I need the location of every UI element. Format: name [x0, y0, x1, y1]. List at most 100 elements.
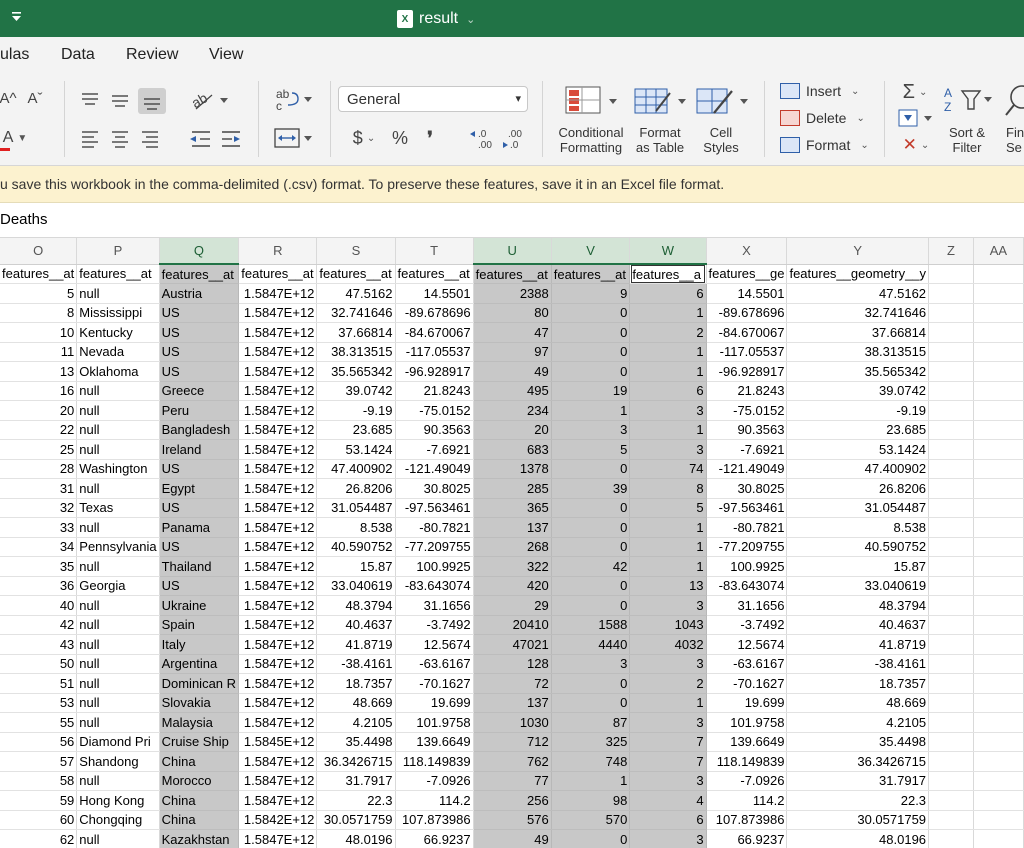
cell-o[interactable]: 13 [0, 361, 78, 382]
wrap-text-icon[interactable]: ab c [274, 87, 316, 113]
comma-style-button[interactable]: ❜ [420, 126, 440, 150]
cell-o[interactable]: 35 [0, 556, 78, 577]
cell-v[interactable]: features__at [551, 264, 631, 284]
cell-q[interactable]: Slovakia [159, 693, 240, 713]
cell-p[interactable]: Kentucky [76, 322, 160, 343]
cell-y[interactable]: 37.66814 [786, 322, 930, 343]
cell-r[interactable]: 1.5847E+12 [238, 615, 318, 635]
cell-s[interactable]: 8.538 [316, 517, 396, 538]
cell-s[interactable]: 18.7357 [316, 673, 396, 694]
cell-aa[interactable] [973, 595, 1024, 616]
cell-o[interactable]: 22 [0, 420, 78, 440]
cell-s[interactable]: 33.040619 [316, 576, 396, 596]
cell-p[interactable]: Oklahoma [76, 361, 160, 382]
find-select-icon[interactable] [1002, 83, 1024, 117]
cell-x[interactable]: 100.9925 [706, 556, 788, 577]
cell-y[interactable]: 4.2105 [786, 712, 930, 733]
cell-t[interactable]: 90.3563 [395, 420, 474, 440]
decrease-indent-icon[interactable] [190, 131, 210, 147]
cell-r[interactable]: 1.5847E+12 [238, 673, 318, 694]
cell-w[interactable]: 1 [629, 517, 707, 538]
cell-z[interactable] [928, 790, 974, 811]
cell-aa[interactable] [973, 654, 1024, 674]
cell-r[interactable]: 1.5847E+12 [238, 400, 318, 421]
cell-p[interactable]: features__at [76, 264, 160, 284]
cell-o[interactable]: 58 [0, 771, 78, 791]
cell-p[interactable]: null [76, 420, 160, 440]
cell-u[interactable]: 80 [473, 303, 552, 323]
cell-s[interactable]: 38.313515 [316, 342, 396, 362]
cell-p[interactable]: null [76, 615, 160, 635]
cell-u[interactable]: 20410 [473, 615, 552, 635]
cell-w[interactable]: 4 [629, 790, 707, 811]
cell-aa[interactable] [973, 283, 1024, 304]
number-format-select[interactable]: General ▾ [338, 86, 528, 112]
find-select-label[interactable]: Fin Se [1006, 125, 1024, 155]
cell-u[interactable]: 77 [473, 771, 552, 791]
column-header-r[interactable]: R [238, 238, 318, 265]
cell-y[interactable]: 35.4498 [786, 732, 930, 752]
cell-o[interactable]: 25 [0, 439, 78, 460]
cell-z[interactable] [928, 283, 974, 304]
cell-x[interactable]: 107.873986 [706, 810, 788, 830]
cell-s[interactable]: 47.400902 [316, 459, 396, 479]
cell-v[interactable]: 0 [551, 537, 631, 557]
cell-o[interactable]: 5 [0, 283, 78, 304]
cell-y[interactable]: 32.741646 [786, 303, 930, 323]
cell-o[interactable]: 50 [0, 654, 78, 674]
cell-q[interactable]: China [159, 751, 240, 772]
cell-z[interactable] [928, 654, 974, 674]
cell-s[interactable]: -38.4161 [316, 654, 396, 674]
cell-w[interactable]: 6 [629, 283, 707, 304]
cell-s[interactable]: 22.3 [316, 790, 396, 811]
cell-z[interactable] [928, 537, 974, 557]
column-header-y[interactable]: Y [786, 238, 930, 265]
align-right-icon[interactable] [142, 131, 158, 148]
cell-aa[interactable] [973, 381, 1024, 401]
cell-s[interactable]: 23.685 [316, 420, 396, 440]
cell-v[interactable]: 325 [551, 732, 631, 752]
cell-w[interactable]: 5 [629, 498, 707, 518]
column-header-t[interactable]: T [395, 238, 474, 265]
delete-cells-button[interactable]: Delete ⌄ [780, 110, 865, 126]
cell-x[interactable]: 90.3563 [706, 420, 788, 440]
cell-r[interactable]: 1.5847E+12 [238, 790, 318, 811]
cell-aa[interactable] [973, 478, 1024, 499]
cell-u[interactable]: 49 [473, 829, 552, 848]
cell-r[interactable]: 1.5847E+12 [238, 751, 318, 772]
cell-w[interactable]: 7 [629, 751, 707, 772]
cell-y[interactable]: 40.4637 [786, 615, 930, 635]
format-cells-button[interactable]: Format ⌄ [780, 137, 869, 153]
cell-q[interactable]: US [159, 576, 240, 596]
cell-o[interactable]: 8 [0, 303, 78, 323]
cell-w[interactable]: 1 [629, 537, 707, 557]
cell-v[interactable]: 98 [551, 790, 631, 811]
cell-u[interactable]: 72 [473, 673, 552, 694]
cell-s[interactable]: features__at [316, 264, 396, 284]
cell-q[interactable]: Ukraine [159, 595, 240, 616]
cell-aa[interactable] [973, 517, 1024, 538]
cell-o[interactable]: 20 [0, 400, 78, 421]
cell-r[interactable]: 1.5847E+12 [238, 517, 318, 538]
cell-u[interactable]: 762 [473, 751, 552, 772]
cell-p[interactable]: null [76, 517, 160, 538]
conditional-formatting-label[interactable]: Conditional Formatting [555, 125, 627, 155]
cell-v[interactable]: 39 [551, 478, 631, 499]
cell-u[interactable]: 29 [473, 595, 552, 616]
cell-z[interactable] [928, 712, 974, 733]
cell-s[interactable]: 15.87 [316, 556, 396, 577]
cell-o[interactable]: 55 [0, 712, 78, 733]
cell-aa[interactable] [973, 751, 1024, 772]
cell-aa[interactable] [973, 790, 1024, 811]
cell-r[interactable]: 1.5847E+12 [238, 439, 318, 460]
cell-w[interactable]: 8 [629, 478, 707, 499]
cell-r[interactable]: 1.5847E+12 [238, 498, 318, 518]
cell-s[interactable]: 41.8719 [316, 634, 396, 655]
cell-aa[interactable] [973, 576, 1024, 596]
cell-y[interactable]: -38.4161 [786, 654, 930, 674]
cell-y[interactable]: 48.0196 [786, 829, 930, 848]
cell-p[interactable]: Hong Kong [76, 790, 160, 811]
cell-z[interactable] [928, 381, 974, 401]
cell-w[interactable]: 1 [629, 693, 707, 713]
cell-z[interactable] [928, 615, 974, 635]
